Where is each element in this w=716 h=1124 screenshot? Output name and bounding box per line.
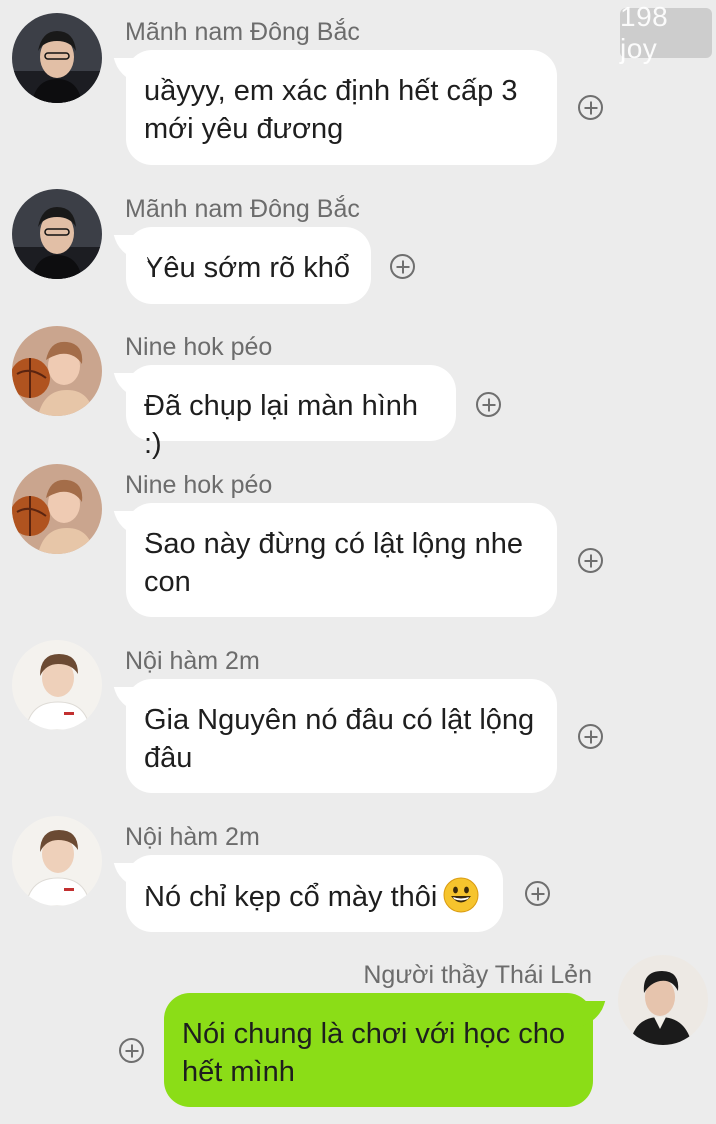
plus-circle-icon[interactable] [119,1038,144,1063]
sender-name: Người thầy Thái Lẻn [363,961,592,989]
avatar[interactable] [618,955,708,1045]
avatar[interactable] [12,326,102,416]
message-bubble[interactable]: uầyyy, em xác định hết cấp 3 mới yêu đươ… [126,50,557,165]
chat-screen: 198 joy Mãnh nam Đông Bắc uầyyy, em xác … [0,0,716,1124]
sender-name: Nine hok péo [125,471,273,499]
plus-circle-icon[interactable] [578,548,603,573]
sender-name: Nội hàm 2m [125,823,260,851]
plus-circle-icon[interactable] [525,881,550,906]
avatar[interactable] [12,189,102,279]
plus-circle-icon[interactable] [578,95,603,120]
plus-circle-icon[interactable] [390,254,415,279]
sender-name: Nội hàm 2m [125,647,260,675]
sender-name: Mãnh nam Đông Bắc [125,195,360,223]
avatar[interactable] [12,13,102,103]
message-bubble[interactable]: Nói chung là chơi với học cho hết mình [164,993,593,1107]
avatar[interactable] [12,816,102,906]
avatar[interactable] [12,464,102,554]
grinning-face-emoji [443,877,479,913]
plus-circle-icon[interactable] [578,724,603,749]
sender-name: Mãnh nam Đông Bắc [125,18,360,46]
message-bubble[interactable]: Đã chụp lại màn hình :) [126,365,456,460]
avatar[interactable] [12,640,102,730]
message-bubble[interactable]: Sao này đừng có lật lộng nhe con [126,503,557,617]
message-text: Nó chỉ kẹp cổ mày thôi [144,881,438,913]
watermark-label: 198 joy [620,1,712,64]
message-bubble[interactable]: Yêu sớm rõ khổ [126,227,371,304]
sender-name: Nine hok péo [125,333,273,361]
message-bubble[interactable]: Gia Nguyên nó đâu có lật lộng đâu [126,679,557,793]
plus-circle-icon[interactable] [476,392,501,417]
message-bubble[interactable]: Nó chỉ kẹp cổ mày thôi [126,855,503,932]
